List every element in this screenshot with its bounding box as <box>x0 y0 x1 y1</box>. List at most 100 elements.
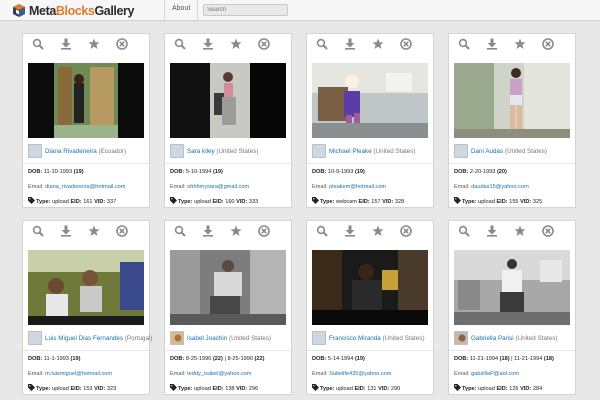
card-toolbar <box>449 38 575 50</box>
user-name-link[interactable]: Isabel Joachin <box>187 335 227 342</box>
type-line: Type: upload EID: 138 VID: 296 <box>170 384 258 392</box>
download-icon[interactable] <box>60 225 74 237</box>
avatar <box>312 331 326 345</box>
email-link[interactable]: teddy_isabel@yahoo.com <box>187 371 251 377</box>
card-toolbar <box>307 38 433 50</box>
video-card: Michael Pleake (United States) DOB: 10-9… <box>306 33 434 208</box>
avatar <box>454 331 468 345</box>
search-icon[interactable] <box>458 225 472 237</box>
download-icon[interactable] <box>486 225 500 237</box>
avatar <box>28 144 42 158</box>
user-row: Sara kiley (United States) <box>170 143 288 159</box>
email-link[interactable]: daudas15@yahoo.com <box>471 184 529 190</box>
close-circle-icon[interactable] <box>116 38 130 50</box>
video-card: Gabriella Parisi (United States) DOB: 11… <box>448 220 576 395</box>
card-toolbar <box>307 225 433 237</box>
star-icon[interactable] <box>514 225 528 237</box>
user-name-link[interactable]: Francisco Miranda <box>329 335 381 342</box>
tag-icon <box>28 197 35 204</box>
video-thumbnail[interactable] <box>28 250 144 325</box>
email-line: Email: pleakem@hotmail.com <box>312 184 387 190</box>
logo[interactable]: MetaBlocksGallery <box>12 2 134 19</box>
user-name-link[interactable]: Michael Pleake <box>329 148 372 155</box>
dob-line: DOB: 10-9-1993 (19) <box>312 169 365 175</box>
user-name-link[interactable]: Diana Rivadeneira <box>45 148 97 155</box>
avatar <box>454 144 468 158</box>
video-thumbnail[interactable] <box>170 63 286 138</box>
download-icon[interactable] <box>202 38 216 50</box>
video-card: Francisco Miranda (United States) DOB: 5… <box>306 220 434 395</box>
star-icon[interactable] <box>230 38 244 50</box>
avatar <box>28 331 42 345</box>
nav-divider <box>197 0 198 20</box>
download-icon[interactable] <box>202 225 216 237</box>
email-link[interactable]: m.luismiguel@hotmail.com <box>45 371 112 377</box>
email-link[interactable]: ohhhmysara@gmail.com <box>187 184 249 190</box>
email-link[interactable]: gabzillaP@aol.com <box>471 371 519 377</box>
search-icon[interactable] <box>174 38 188 50</box>
email-link[interactable]: diana_rivadeneira@hotmail.com <box>45 184 125 190</box>
tag-icon <box>312 197 319 204</box>
video-thumbnail[interactable] <box>312 63 428 138</box>
close-circle-icon[interactable] <box>258 38 272 50</box>
tag-icon <box>454 384 461 391</box>
user-country: (United States) <box>216 147 259 155</box>
card-toolbar <box>165 38 291 50</box>
about-link[interactable]: About <box>172 5 190 12</box>
type-line: Type: upload EID: 153 VID: 323 <box>28 384 116 392</box>
star-icon[interactable] <box>372 225 386 237</box>
star-icon[interactable] <box>514 38 528 50</box>
user-name-link[interactable]: Dani Audas <box>471 148 503 155</box>
user-row: Gabriella Parisi (United States) <box>454 330 572 346</box>
dob-line: DOB: 5-10-1994 (19) <box>170 169 223 175</box>
user-country: (United States) <box>382 334 425 342</box>
close-circle-icon[interactable] <box>116 225 130 237</box>
avatar <box>170 144 184 158</box>
card-toolbar <box>23 225 149 237</box>
email-line: Email: teddy_isabel@yahoo.com <box>170 371 252 377</box>
user-country: (Portugal) <box>124 334 153 342</box>
video-thumbnail[interactable] <box>454 63 570 138</box>
video-thumbnail[interactable] <box>28 63 144 138</box>
star-icon[interactable] <box>88 225 102 237</box>
search-icon[interactable] <box>316 38 330 50</box>
search-icon[interactable] <box>458 38 472 50</box>
video-thumbnail[interactable] <box>170 250 286 325</box>
video-thumbnail[interactable] <box>454 250 570 325</box>
search-input[interactable] <box>203 4 288 16</box>
close-circle-icon[interactable] <box>258 225 272 237</box>
email-link[interactable]: Suitelife435@yahoo.com <box>329 371 391 377</box>
user-name-link[interactable]: Sara kiley <box>187 148 215 155</box>
close-circle-icon[interactable] <box>400 225 414 237</box>
user-country: (Ecuador) <box>98 147 127 155</box>
download-icon[interactable] <box>60 38 74 50</box>
close-circle-icon[interactable] <box>542 38 556 50</box>
divider <box>449 163 575 164</box>
search-icon[interactable] <box>174 225 188 237</box>
email-link[interactable]: pleakem@hotmail.com <box>329 184 386 190</box>
video-card: Sara kiley (United States) DOB: 5-10-199… <box>164 33 292 208</box>
video-thumbnail[interactable] <box>312 250 428 325</box>
close-circle-icon[interactable] <box>400 38 414 50</box>
search-icon[interactable] <box>32 225 46 237</box>
dob-line: DOB: 2-20-1993 (20) <box>454 169 507 175</box>
email-line: Email: diana_rivadeneira@hotmail.com <box>28 184 126 190</box>
user-name-link[interactable]: Gabriella Parisi <box>471 335 514 342</box>
user-row: Luis Miguel Dias Fernandes (Portugal) <box>28 330 152 346</box>
divider <box>165 350 291 351</box>
search-icon[interactable] <box>316 225 330 237</box>
star-icon[interactable] <box>372 38 386 50</box>
user-country: (United States) <box>373 147 416 155</box>
logo-text: MetaBlocksGallery <box>29 3 135 18</box>
search-icon[interactable] <box>32 38 46 50</box>
email-line: Email: m.luismiguel@hotmail.com <box>28 371 113 377</box>
type-line: Type: webcam EID: 157 VID: 328 <box>312 197 404 205</box>
star-icon[interactable] <box>88 38 102 50</box>
close-circle-icon[interactable] <box>542 225 556 237</box>
user-name-link[interactable]: Luis Miguel Dias Fernandes <box>45 335 123 342</box>
download-icon[interactable] <box>344 225 358 237</box>
download-icon[interactable] <box>344 38 358 50</box>
user-row: Dani Audas (United States) <box>454 143 572 159</box>
download-icon[interactable] <box>486 38 500 50</box>
star-icon[interactable] <box>230 225 244 237</box>
